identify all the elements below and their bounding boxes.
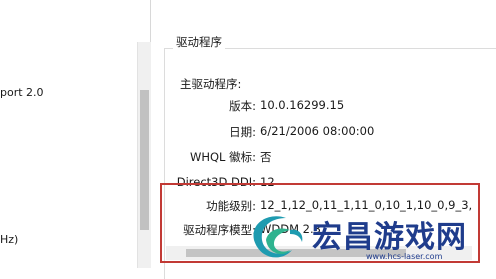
whql-value: 否 <box>260 150 272 164</box>
watermark-url: www.hcs-laser.com <box>366 252 443 261</box>
version-label: 版本: <box>229 99 256 113</box>
whql-label: WHQL 徽标: <box>189 150 256 164</box>
date-label: 日期: <box>229 125 256 139</box>
list-item[interactable]: Hz) <box>0 233 18 246</box>
version-value: 10.0.16299.15 <box>260 98 345 112</box>
vertical-scrollbar[interactable] <box>137 42 151 268</box>
left-list-pane[interactable]: port 2.0 Hz) <box>0 0 151 268</box>
date-value: 6/21/2006 08:00:00 <box>260 124 375 138</box>
section-label: 主驱动程序: <box>180 77 242 91</box>
scrollbar-thumb[interactable] <box>140 90 149 230</box>
watermark: 宏昌游戏网 www.hcs-laser.com <box>246 206 496 268</box>
watermark-logo-icon <box>253 216 303 258</box>
list-item[interactable]: port 2.0 <box>0 86 44 99</box>
group-title: 驱动程序 <box>173 34 225 50</box>
watermark-title: 宏昌游戏网 <box>312 220 467 255</box>
